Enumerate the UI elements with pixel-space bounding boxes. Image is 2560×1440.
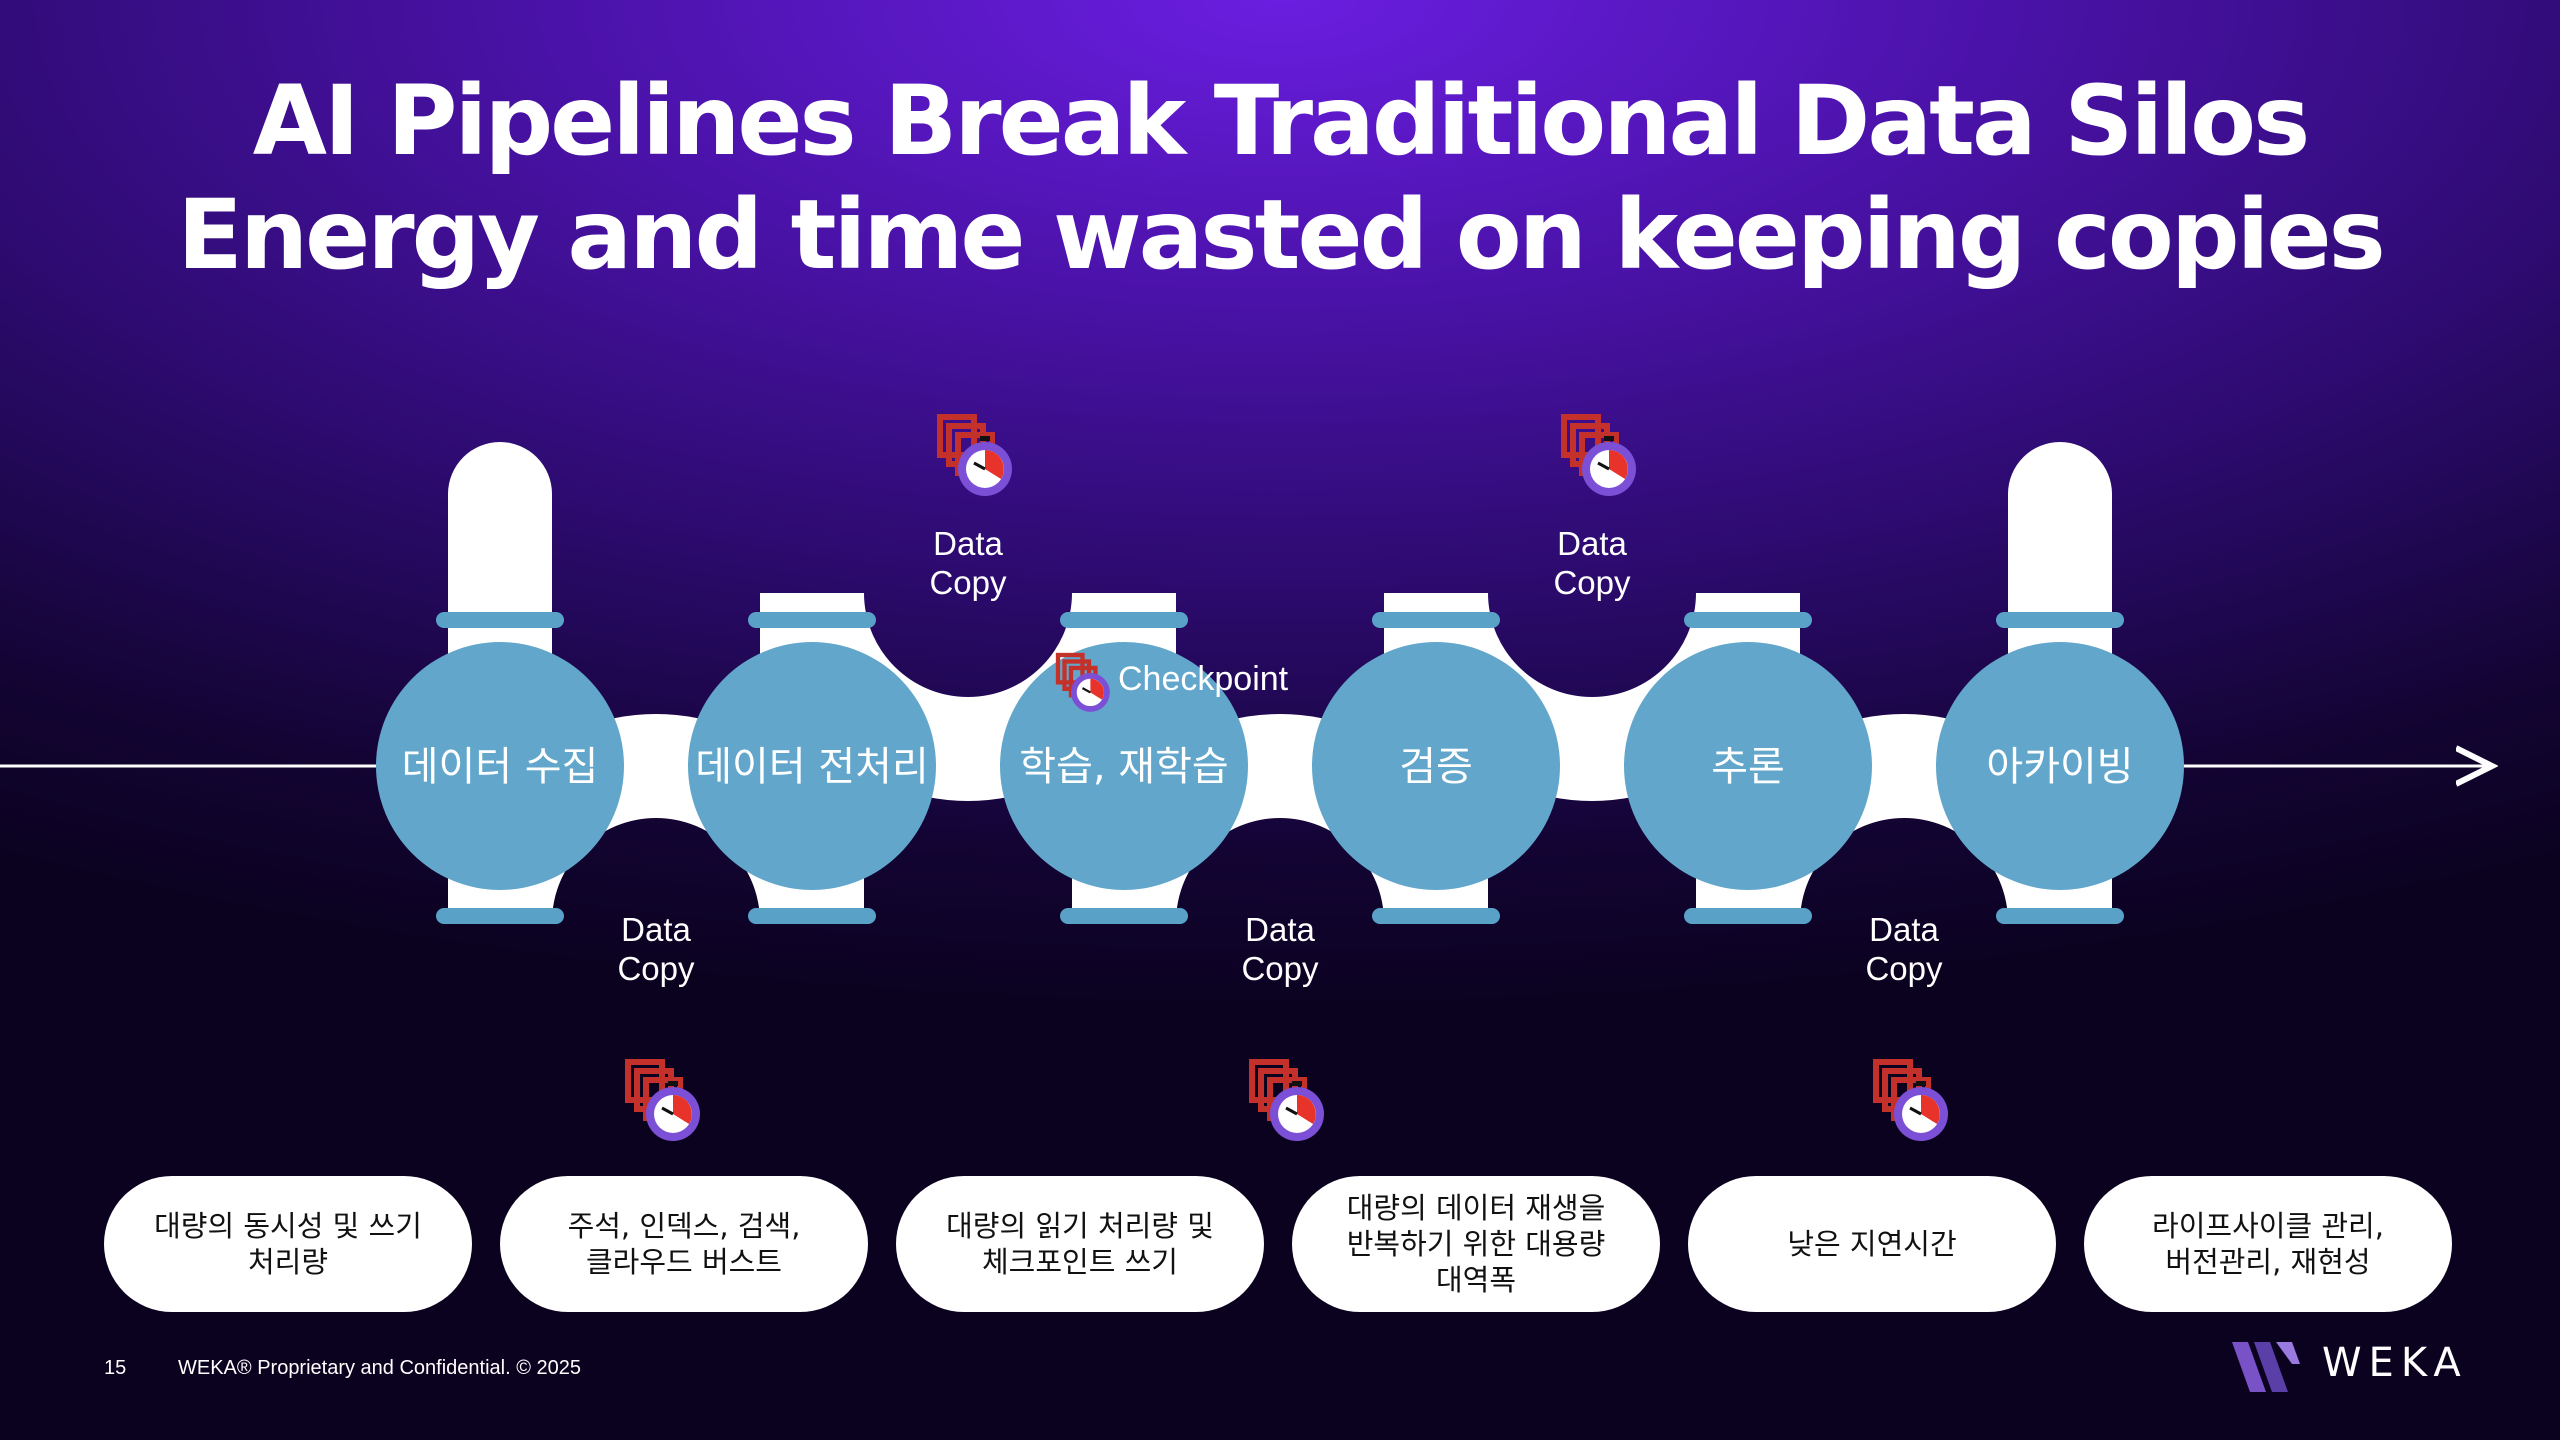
pipe-band [1060, 908, 1188, 924]
pipe-band [1372, 612, 1500, 628]
copy-timer-icon [625, 1059, 700, 1141]
stage-label: 아카이빙 [1986, 744, 2133, 790]
data-copy-label: Data Copy [929, 525, 1007, 601]
stage-description-text: 주석, 인덱스, 검색, 클라우드 버스트 [567, 1209, 801, 1279]
stage-description-text: 대량의 데이터 재생을 반복하기 위한 대용량 대역폭 [1346, 1191, 1606, 1297]
data-copy-label: Data Copy [1865, 911, 1943, 987]
stage-label: 검증 [1399, 744, 1473, 790]
weka-wordmark: WEKA [2322, 1340, 2468, 1386]
stopwatch-icon [958, 436, 1012, 496]
pipe-band [748, 612, 876, 628]
pipe-band [1060, 612, 1188, 628]
weka-logo-icon [2232, 1342, 2300, 1392]
stage-label: 데이터 전처리 [695, 744, 929, 790]
pipe-band [1684, 908, 1812, 924]
pipe-band [436, 908, 564, 924]
stage-description-pill: 라이프사이클 관리, 버전관리, 재현성 [2084, 1176, 2452, 1312]
stage-description-pill: 대량의 데이터 재생을 반복하기 위한 대용량 대역폭 [1292, 1176, 1660, 1312]
stage-label: 추론 [1711, 744, 1785, 790]
copy-timer-icon [1873, 1059, 1948, 1141]
stopwatch-icon [1582, 436, 1636, 496]
stage-description-pill: 대량의 동시성 및 쓰기 처리량 [104, 1176, 472, 1312]
copy-timer-icon [937, 414, 1012, 496]
data-copy-label: Data Copy [1553, 525, 1631, 601]
stage-description-text: 라이프사이클 관리, 버전관리, 재현성 [2152, 1209, 2384, 1279]
stage-node: 아카이빙 [1936, 642, 2184, 890]
stage-label: 데이터 수집 [402, 744, 599, 790]
pipe-band [1684, 612, 1812, 628]
footer-confidential: WEKA® Proprietary and Confidential. © 20… [178, 1357, 582, 1379]
pipe-band [436, 612, 564, 628]
pipe-band [1996, 612, 2124, 628]
stage-description-pill: 낮은 지연시간 [1688, 1176, 2056, 1312]
pipe-band [1372, 908, 1500, 924]
stage-description-pill: 주석, 인덱스, 검색, 클라우드 버스트 [500, 1176, 868, 1312]
copy-timer-icon [1249, 1059, 1324, 1141]
pipe-band [1996, 908, 2124, 924]
stopwatch-icon [1894, 1081, 1948, 1141]
copy-timer-icon [1561, 414, 1636, 496]
stage-description-pill: 대량의 읽기 처리량 및 체크포인트 쓰기 [896, 1176, 1264, 1312]
pipe-cap [2008, 442, 2112, 546]
page-number: 15 [104, 1357, 127, 1379]
pipe-cap [448, 442, 552, 546]
stopwatch-icon [646, 1081, 700, 1141]
data-copy-label: Data Copy [617, 911, 695, 987]
data-copy-label: Data Copy [1241, 911, 1319, 987]
stage-description-text: 대량의 읽기 처리량 및 체크포인트 쓰기 [946, 1209, 1214, 1279]
stage-description-text: 대량의 동시성 및 쓰기 처리량 [154, 1209, 422, 1279]
stage-description-text: 낮은 지연시간 [1787, 1227, 1957, 1261]
checkpoint-label: Checkpoint [1118, 660, 1289, 698]
stage-node: 추론 [1624, 642, 1872, 890]
stage-node: 데이터 전처리 [688, 642, 936, 890]
pipe-band [748, 908, 876, 924]
stopwatch-icon [1270, 1081, 1324, 1141]
stage-node: 검증 [1312, 642, 1560, 890]
stage-node: 데이터 수집 [376, 642, 624, 890]
stage-label: 학습, 재학습 [1019, 744, 1228, 790]
